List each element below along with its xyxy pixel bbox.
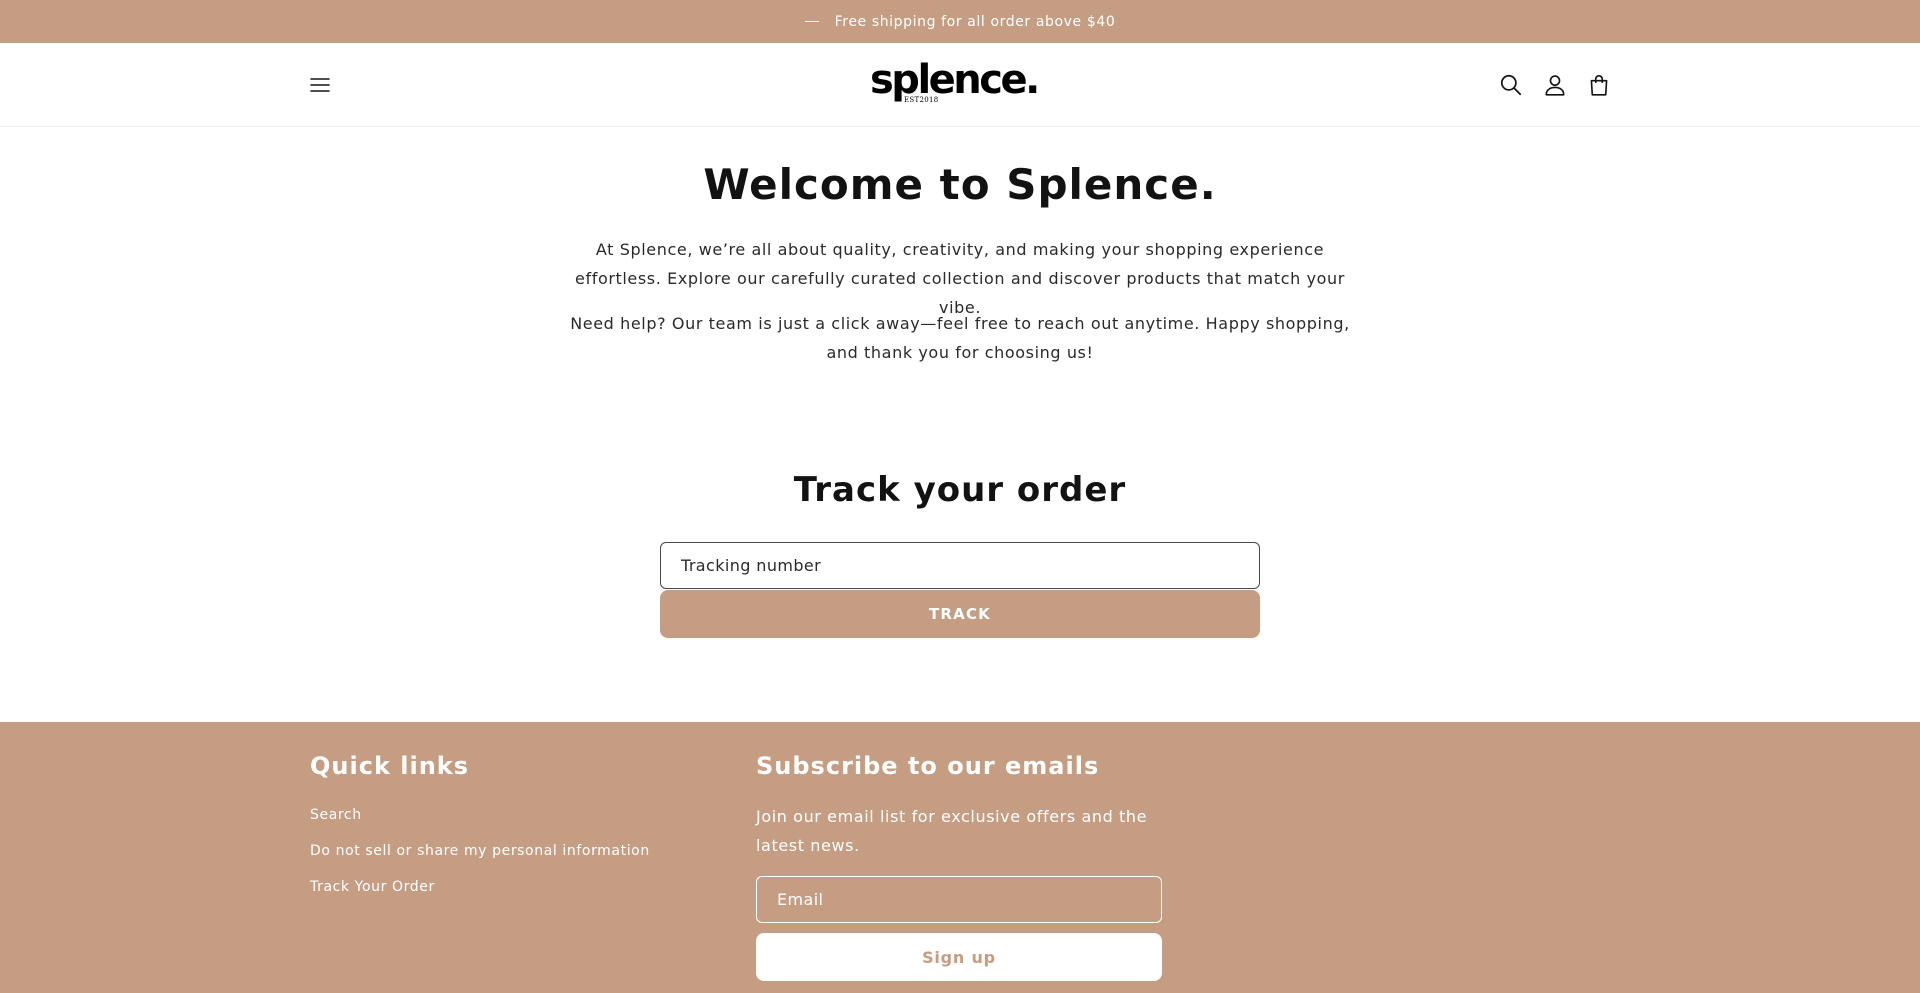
subscribe-text: Join our email list for exclusive offers… [756, 807, 1148, 855]
list-item: Do not sell or share my personal informa… [310, 842, 650, 878]
announcement-bar: Free shipping for all order above $40 [0, 0, 1920, 43]
email-input[interactable] [756, 876, 1162, 923]
subscribe-heading: Subscribe to our emails [756, 752, 1100, 780]
sign-up-button[interactable]: Sign up [756, 933, 1162, 981]
menu-icon[interactable] [308, 73, 332, 97]
dash-icon [804, 20, 819, 23]
announcement-text: Free shipping for all order above $40 [834, 13, 1116, 30]
footer-link-track-order[interactable]: Track Your Order [310, 879, 435, 895]
footer-link-search[interactable]: Search [310, 807, 362, 823]
account-icon[interactable] [1542, 72, 1568, 98]
footer-link-privacy[interactable]: Do not sell or share my personal informa… [310, 843, 650, 859]
welcome-paragraph-2: Need help? Our team is just a click away… [570, 314, 1350, 362]
quick-links-heading: Quick links [310, 752, 470, 780]
logo-subtext: EST2018 [904, 96, 939, 104]
list-item: Track Your Order [310, 878, 650, 914]
site-header: splence. EST2018 [0, 43, 1920, 127]
list-item: Search [310, 806, 650, 842]
site-footer: Quick links Search Do not sell or share … [0, 722, 1920, 993]
search-icon[interactable] [1498, 72, 1524, 98]
quick-links-list: Search Do not sell or share my personal … [310, 806, 650, 914]
track-order-title: Track your order [793, 470, 1127, 510]
tracking-number-input[interactable] [660, 542, 1260, 589]
welcome-title: Welcome to Splence. [703, 160, 1217, 209]
site-logo[interactable]: splence. EST2018 [870, 57, 1040, 112]
logo-text: splence. [870, 57, 1040, 103]
track-button[interactable]: TRACK [660, 590, 1260, 638]
cart-icon[interactable] [1586, 72, 1612, 98]
